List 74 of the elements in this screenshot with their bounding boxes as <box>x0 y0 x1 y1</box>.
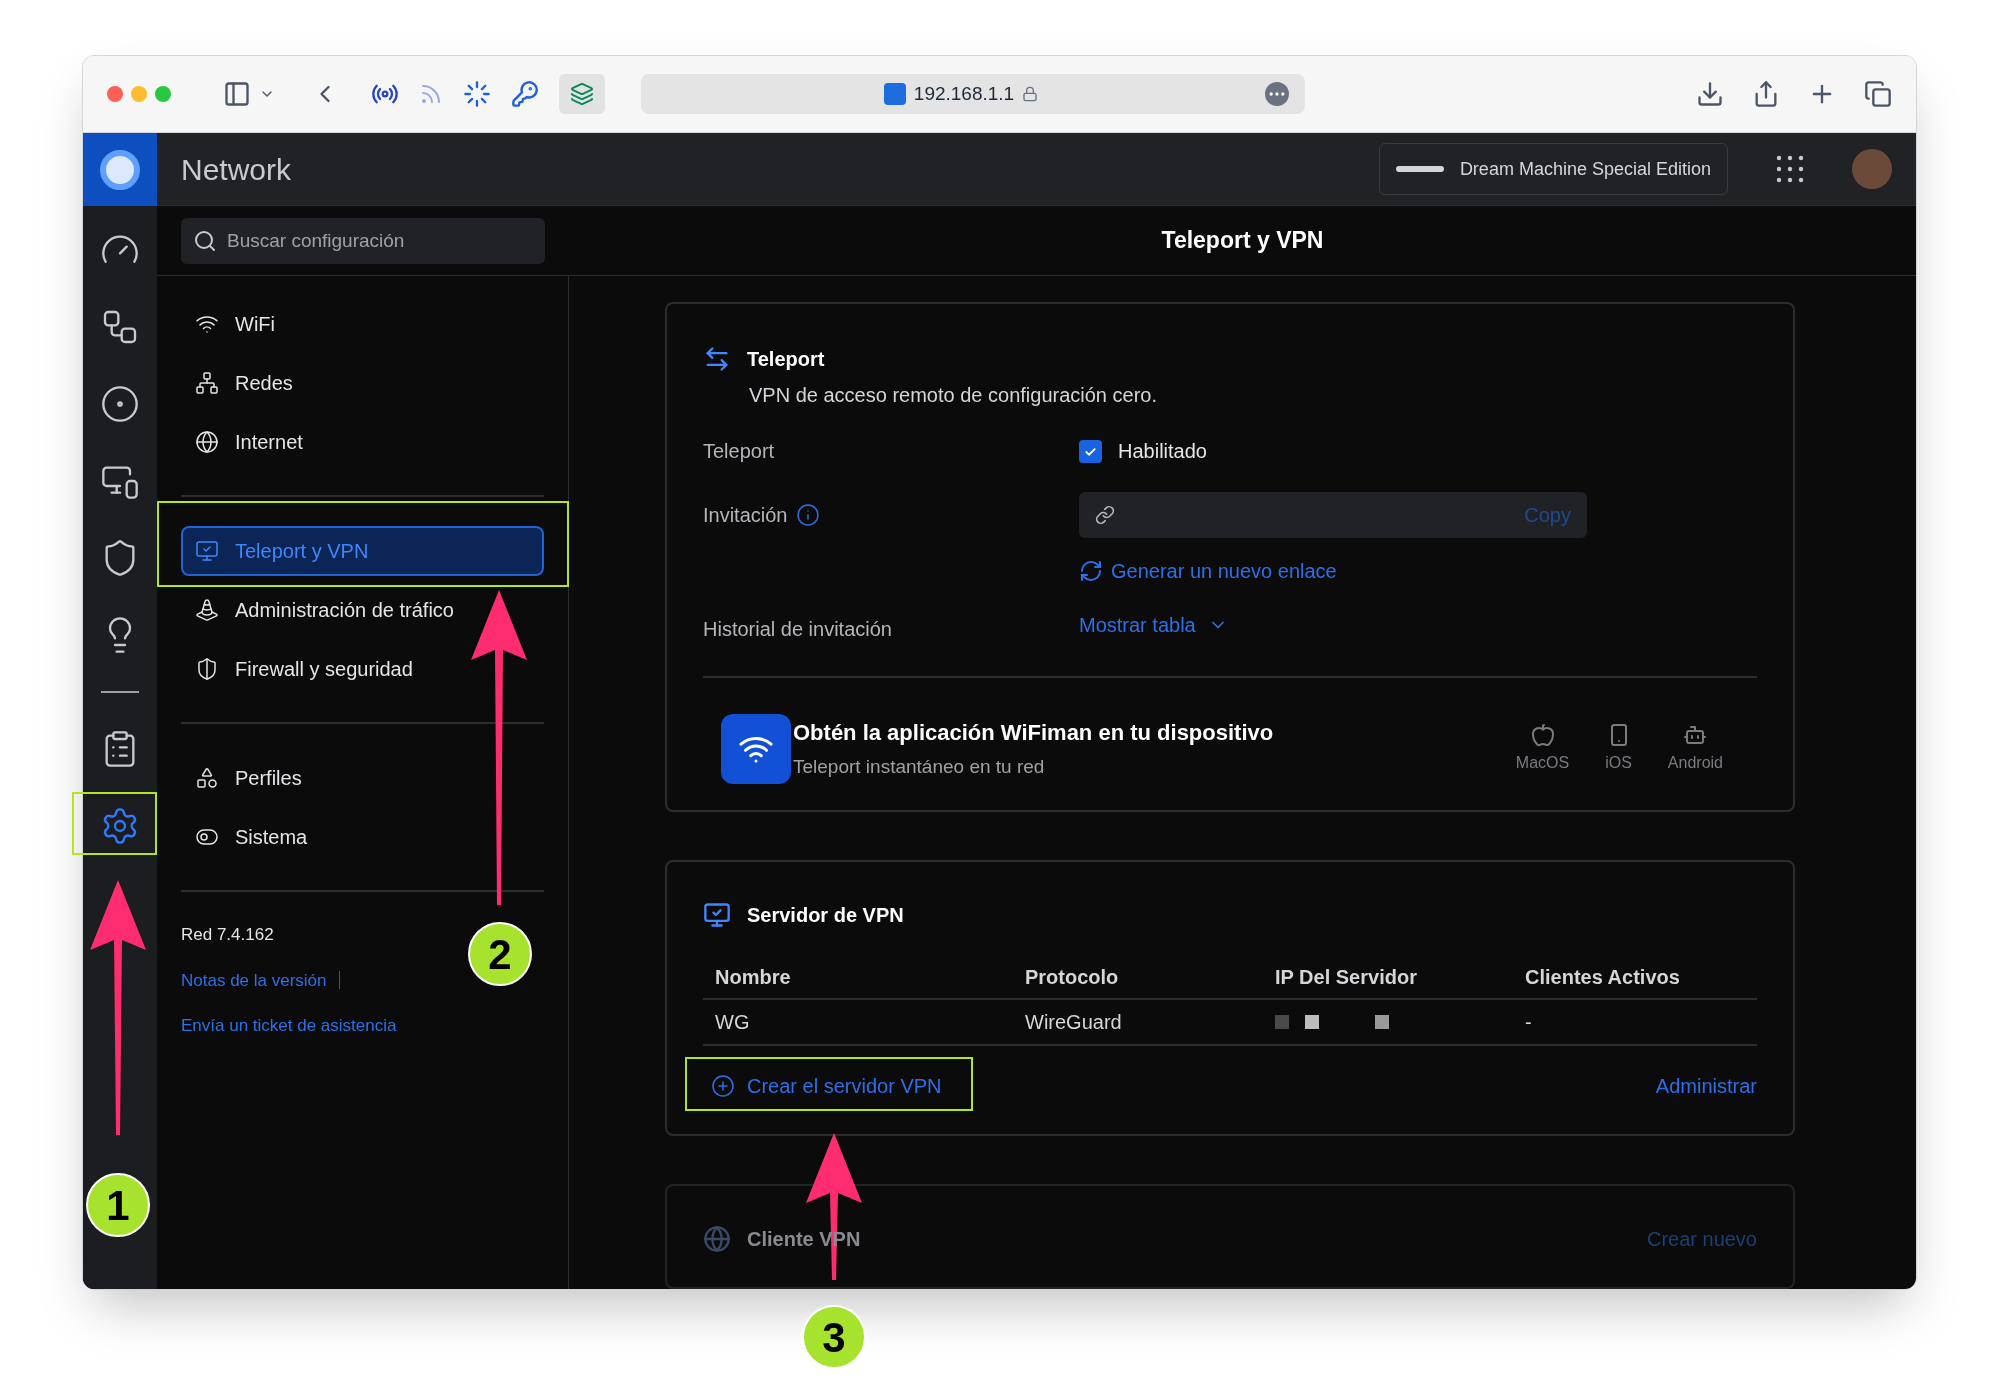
layers-extension-button[interactable] <box>559 74 605 114</box>
sidebar-link[interactable]: Notas de la versión <box>181 967 327 993</box>
platform-icon <box>1530 723 1555 747</box>
lock-icon <box>1022 86 1039 102</box>
apps-grid-icon[interactable] <box>1776 155 1804 183</box>
sidebar-item[interactable]: Redes <box>181 357 544 408</box>
column-header: Protocolo <box>1025 965 1120 990</box>
field-label: Invitación <box>703 503 788 528</box>
sidebar-item-icon <box>195 370 219 395</box>
logo-icon <box>100 149 140 190</box>
version-text: Red 7.4.162 <box>181 924 275 946</box>
platform-link[interactable]: MacOS <box>1515 723 1570 775</box>
sidebar-link[interactable]: Envía un ticket de asistencia <box>181 1013 397 1039</box>
column-header: IP Del Servidor <box>1275 965 1418 990</box>
table-cell-text: WG <box>715 1010 751 1035</box>
vpn-server-icon <box>703 901 731 929</box>
url-text: 192.168.1.1 <box>913 81 1015 106</box>
device-selector[interactable]: Dream Machine Special Edition <box>1378 143 1728 195</box>
table-cell-text: - <box>1525 1010 1533 1035</box>
sidebar-item[interactable]: Firewall y seguridad <box>181 643 544 694</box>
refresh-icon <box>1079 559 1103 583</box>
sidebar-item[interactable]: Sistema <box>181 811 544 862</box>
sidebar-item[interactable]: Administración de tráfico <box>181 584 544 635</box>
card-subtitle: VPN de acceso remoto de configuración cero. <box>749 384 1157 406</box>
more-icon[interactable] <box>1265 82 1289 106</box>
search-icon <box>193 228 217 253</box>
generate-link[interactable]: Generar un nuevo enlace <box>1079 556 1337 586</box>
manage-link[interactable]: Administrar <box>1655 1071 1757 1101</box>
plus-circle-icon <box>711 1074 735 1098</box>
close-window-button[interactable] <box>107 86 123 102</box>
link-icon <box>1095 505 1115 525</box>
app-icon <box>721 714 791 784</box>
sidebar-item[interactable]: Internet <box>181 416 544 467</box>
site-logo-icon <box>883 83 906 105</box>
create-vpn-server-button[interactable]: Crear el servidor VPN <box>695 1062 958 1110</box>
spinner-icon[interactable] <box>463 80 491 108</box>
rail-nav-icon[interactable] <box>100 384 140 424</box>
platform-link[interactable]: Android <box>1667 723 1723 775</box>
search-field[interactable]: Buscar configuración <box>181 217 545 264</box>
field-label: Historial de invitación <box>703 617 893 642</box>
app-title: Network <box>181 151 292 188</box>
promo-subtitle: Teleport instantáneo en tu red <box>793 755 1046 780</box>
sidebar-item[interactable]: WiFi <box>181 298 544 349</box>
download-icon[interactable] <box>1696 80 1724 108</box>
sidebar-item[interactable]: Teleport y VPN <box>181 525 544 576</box>
platform-link[interactable]: iOS <box>1605 723 1632 775</box>
enabled-checkbox[interactable] <box>1079 439 1102 463</box>
card-title: Servidor de VPN <box>747 903 904 928</box>
globe-icon <box>703 1225 731 1253</box>
info-icon[interactable] <box>795 503 820 527</box>
platform-icon <box>1683 723 1708 747</box>
sidebar-item-icon <box>195 429 219 454</box>
column-header: Clientes Activos <box>1525 965 1681 990</box>
sidebar-toggle-icon[interactable] <box>223 80 251 108</box>
device-icon <box>1395 166 1444 172</box>
step-number-badge: 3 <box>802 1305 866 1369</box>
sidebar-item-icon <box>195 765 219 790</box>
layers-icon <box>570 82 594 106</box>
card-title: Teleport <box>747 347 825 372</box>
tabs-overview-icon[interactable] <box>1864 80 1892 108</box>
address-bar[interactable]: 192.168.1.1 <box>641 74 1305 114</box>
checkbox-label: Habilitado <box>1118 439 1207 464</box>
sidebar-item-icon <box>195 656 219 681</box>
table-cell-text: WireGuard <box>1025 1010 1123 1035</box>
key-icon[interactable] <box>511 80 539 108</box>
sidebar-item[interactable]: Perfiles <box>181 752 544 803</box>
field-label: Teleport <box>703 439 776 464</box>
column-header: Nombre <box>715 965 792 990</box>
promo-title: Obtén la aplicación WiFiman en tu dispositivo <box>793 719 1274 748</box>
page-title: Teleport y VPN <box>1161 226 1324 256</box>
sidebar-item-icon <box>195 597 219 622</box>
show-table-link[interactable]: Mostrar tabla <box>1079 610 1228 640</box>
sidebar-item-icon <box>195 538 219 563</box>
app-logo[interactable] <box>83 133 157 206</box>
